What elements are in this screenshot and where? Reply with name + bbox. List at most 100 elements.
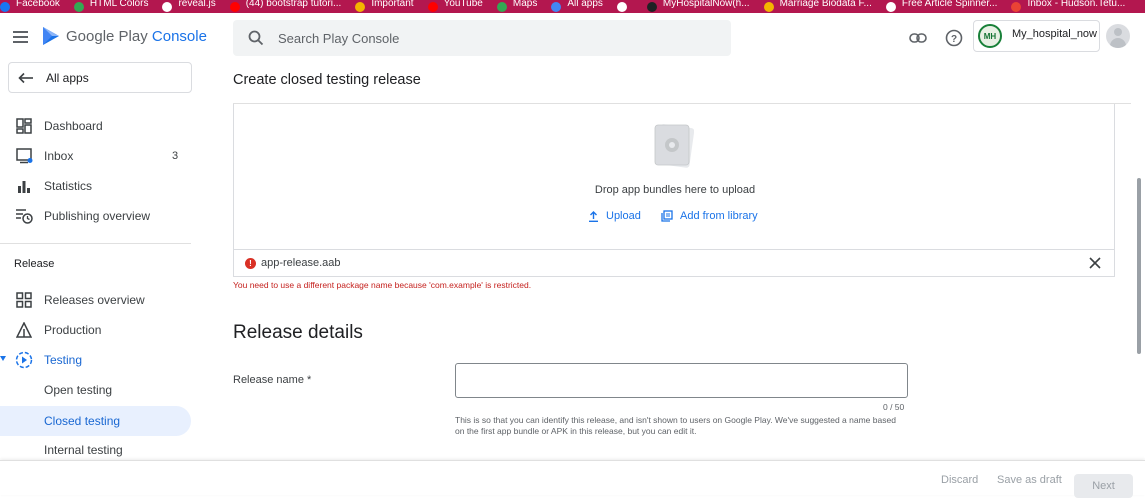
sidebar-item-closed-testing[interactable]: Closed testing [0, 406, 191, 436]
bookmark-item[interactable]: YouTube [427, 0, 483, 13]
play-console-logo[interactable]: Google Play Console [42, 26, 207, 46]
error-icon: ! [245, 257, 256, 269]
bookmark-favicon-icon [162, 1, 173, 12]
svg-text:?: ? [951, 34, 957, 45]
production-icon [15, 321, 33, 339]
link-icon[interactable] [907, 27, 929, 49]
inbox-icon [15, 147, 33, 165]
bookmark-item[interactable]: reveal.js [162, 0, 216, 13]
save-as-draft-button[interactable]: Save as draft [997, 474, 1062, 486]
bookmark-label: (44) bootstrap tutori... [245, 0, 342, 9]
bar-chart-icon [15, 177, 33, 195]
bookmark-item[interactable] [616, 0, 633, 13]
bookmark-favicon-icon [496, 1, 507, 12]
drop-instructions: Drop app bundles here to upload [594, 184, 756, 196]
bookmark-favicon-icon [73, 1, 84, 12]
sidebar-item-inbox[interactable]: Inbox 3 [0, 142, 191, 170]
bookmark-item[interactable]: Free Article Spinner... [885, 0, 998, 13]
add-from-library-label: Add from library [680, 210, 758, 222]
play-logo-icon [43, 27, 59, 45]
publishing-clock-icon [15, 207, 33, 225]
logo-text: Google Play Console [66, 27, 207, 45]
bookmark-item[interactable]: (44) bootstrap tutori... [229, 0, 342, 13]
sidebar-item-label: Internal testing [44, 443, 123, 457]
character-counter: 0 / 50 [883, 402, 905, 412]
release-name-helper-text: This is so that you can identify this re… [455, 415, 896, 436]
bookmark-label: Important [371, 0, 414, 9]
bookmark-label: YouTube [443, 0, 483, 9]
sidebar-item-label: Testing [44, 353, 83, 367]
help-icon[interactable]: ? [943, 27, 965, 49]
all-apps-button[interactable]: All apps [8, 62, 192, 93]
account-name: My_hospital_now [1012, 28, 1097, 40]
developer-account-switcher[interactable]: MH My_hospital_now [973, 20, 1100, 52]
bookmarks-bar: Facebook HTML Colors reveal.js (44) bootstr… [0, 0, 1145, 13]
sidebar-item-dashboard[interactable]: Dashboard [0, 112, 191, 140]
file-name: app-release.aab [261, 257, 341, 269]
page-scrollbar[interactable] [1137, 178, 1141, 354]
menu-button[interactable] [11, 28, 35, 48]
release-name-label: Release name * [233, 374, 312, 386]
upload-error-message: You need to use a different package name… [233, 280, 532, 290]
bookmark-item[interactable]: All apps [551, 0, 603, 13]
releases-grid-icon [15, 291, 33, 309]
bookmark-item[interactable]: HTML Colors [73, 0, 149, 13]
sidebar-item-label: Publishing overview [44, 209, 151, 223]
sidebar-item-open-testing[interactable]: Open testing [0, 376, 191, 404]
bookmark-favicon-icon [427, 1, 438, 12]
bookmark-label: HTML Colors [89, 0, 149, 9]
dashboard-icon [15, 117, 33, 135]
add-from-library-button[interactable]: Add from library [661, 210, 758, 222]
sidebar-item-statistics[interactable]: Statistics [0, 172, 191, 200]
bookmark-item[interactable]: Inbox - Hudson.Tetu... [1011, 0, 1125, 13]
bookmark-item[interactable]: MyHospitalNow(h... [646, 0, 750, 13]
app-bundle-illustration-icon [654, 124, 694, 168]
bookmark-item[interactable]: Important [355, 0, 414, 13]
sidebar-section-release: Release [14, 258, 55, 270]
discard-button[interactable]: Discard [941, 474, 978, 486]
sidebar-item-label: Dashboard [44, 119, 103, 133]
bookmark-label: MyHospitalNow(h... [662, 0, 750, 9]
search-icon [248, 30, 264, 46]
bookmark-label: Maps [512, 0, 538, 9]
upload-button[interactable]: Upload [588, 210, 641, 222]
bottom-action-bar: Discard Save as draft Next [0, 460, 1145, 498]
bookmark-label: reveal.js [178, 0, 216, 9]
bookmark-favicon-icon [763, 1, 774, 12]
bookmark-favicon-icon [885, 1, 896, 12]
bookmark-favicon-icon [551, 1, 562, 12]
bookmark-label: All apps [567, 0, 603, 9]
sidebar-item-production[interactable]: Production [0, 316, 191, 344]
sidebar-item-publishing-overview[interactable]: Publishing overview [0, 202, 191, 230]
uploaded-file-row: ! app-release.aab [233, 249, 1115, 277]
bookmark-item[interactable]: Facebook [0, 0, 60, 13]
testing-icon [15, 351, 33, 369]
bookmark-favicon-icon [229, 1, 240, 12]
search-bar[interactable] [233, 20, 731, 56]
sidebar-item-releases-overview[interactable]: Releases overview [0, 286, 191, 314]
bundle-drop-zone[interactable]: Drop app bundles here to upload Upload A… [233, 104, 1115, 249]
bookmark-favicon-icon [616, 1, 627, 12]
bookmark-label: Inbox - Hudson.Tetu... [1027, 0, 1126, 9]
user-avatar[interactable] [1106, 24, 1130, 48]
arrow-left-icon [18, 72, 33, 83]
sidebar-item-label: Closed testing [44, 414, 121, 428]
sidebar-item-testing[interactable]: Testing [0, 346, 191, 374]
bookmark-item[interactable]: Marriage Biodata F... [763, 0, 872, 13]
search-input[interactable] [278, 30, 698, 46]
bookmark-favicon-icon [0, 1, 10, 12]
bookmark-label: Free Article Spinner... [901, 0, 998, 9]
release-name-input[interactable] [455, 363, 908, 398]
library-icon [661, 210, 673, 222]
sidebar-divider [0, 243, 191, 244]
bookmark-label: Marriage Biodata F... [779, 0, 872, 9]
bookmark-favicon-icon [355, 1, 366, 12]
bookmark-item[interactable]: Maps [496, 0, 538, 13]
account-logo: MH [978, 24, 1002, 48]
close-icon[interactable] [1088, 256, 1102, 270]
sidebar-item-label: Statistics [44, 179, 93, 193]
bookmark-favicon-icon [646, 1, 657, 12]
sidebar-item-label: Releases overview [44, 293, 145, 307]
sidebar-item-label: Production [44, 323, 102, 337]
next-button[interactable]: Next [1074, 474, 1133, 498]
